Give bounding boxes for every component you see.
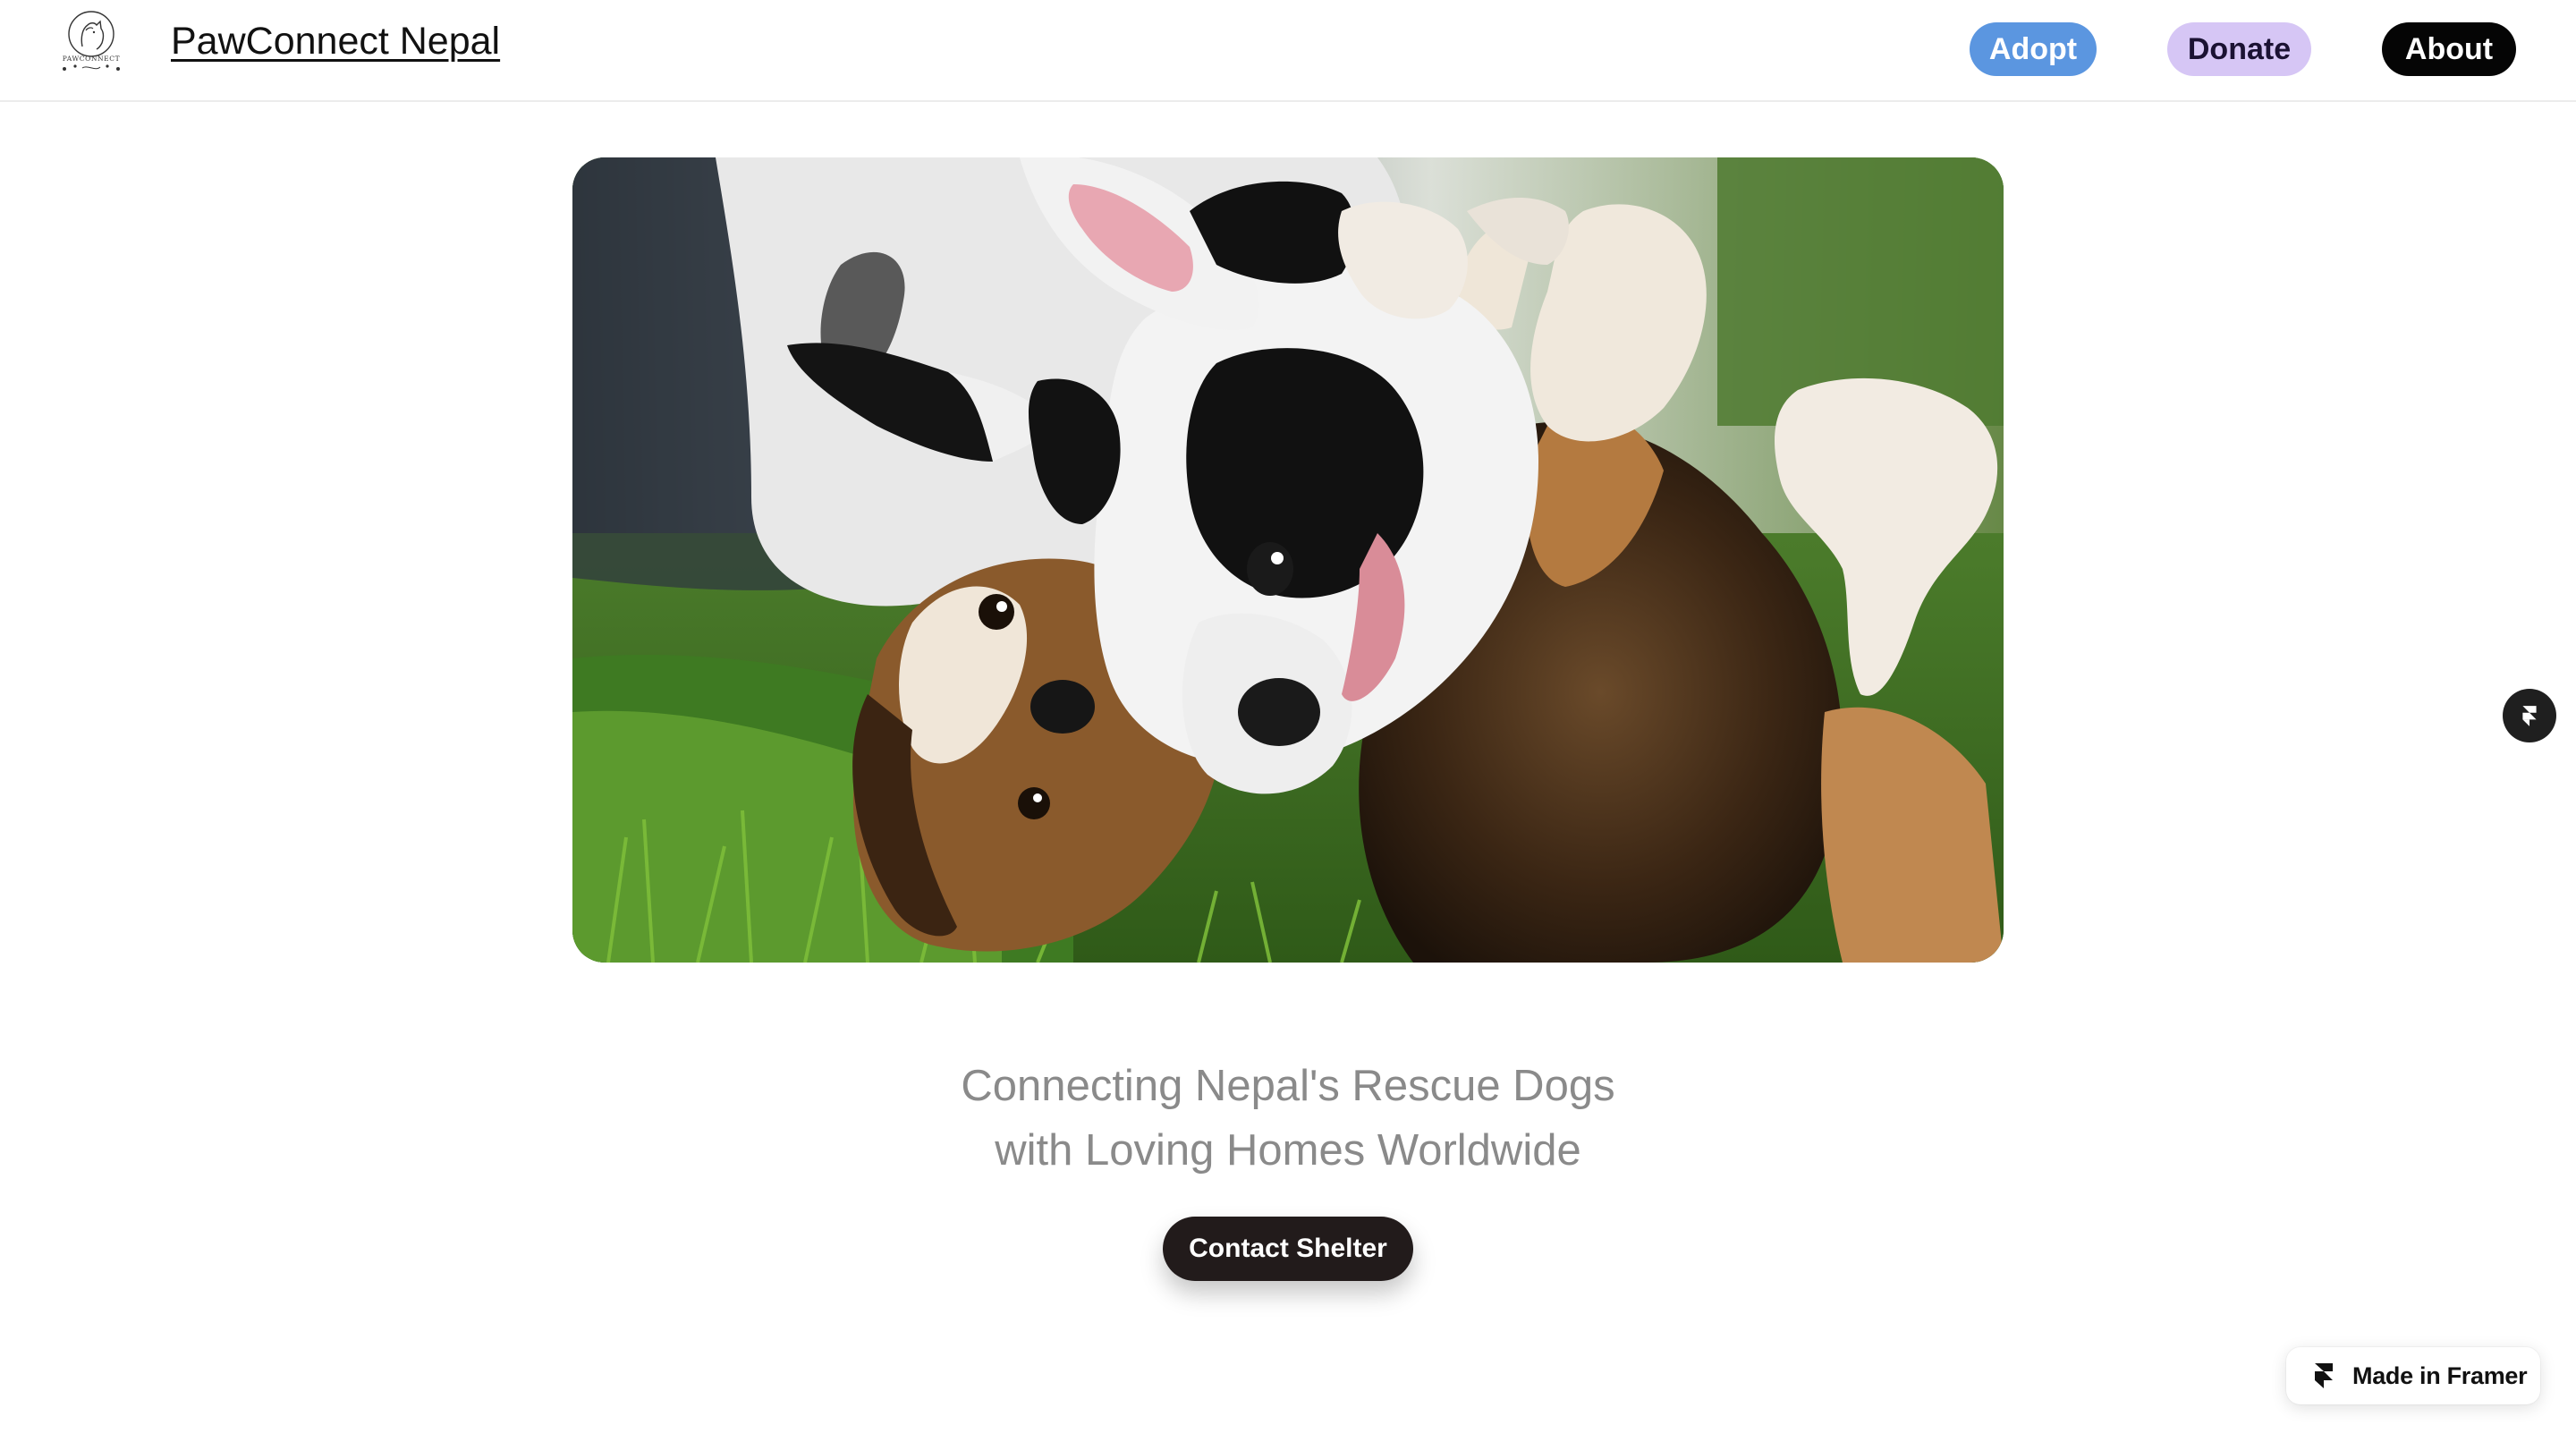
nav-adopt-button[interactable]: Adopt [1970,22,2097,76]
page: PAWCONNECT PawConnect Nepal Adopt Donate… [0,0,2576,1442]
logo-wordmark: PAWCONNECT [63,55,120,63]
nav-donate-button[interactable]: Donate [2167,22,2311,76]
made-in-framer-label: Made in Framer [2352,1361,2528,1389]
pawconnect-logo[interactable]: PAWCONNECT [47,7,136,75]
dog-logo-icon: PAWCONNECT [63,11,120,71]
site-header: PAWCONNECT PawConnect Nepal Adopt Donate… [0,0,2576,102]
hero-image [572,157,2004,963]
framer-logo-icon [2522,706,2537,726]
tagline-line-2: with Loving Homes Worldwide [995,1126,1581,1175]
brand-name-link[interactable]: PawConnect Nepal [171,20,500,64]
hero-tagline: Connecting Nepal's Rescue Dogs with Lovi… [572,1054,2004,1183]
nav-about-button[interactable]: About [2382,22,2516,76]
made-in-framer-badge[interactable]: Made in Framer [2286,1347,2540,1404]
contact-shelter-button[interactable]: Contact Shelter [1163,1217,1413,1281]
tagline-line-1: Connecting Nepal's Rescue Dogs [961,1062,1615,1110]
framer-logo-icon [2315,1363,2333,1388]
dogs-playing-image [572,157,2004,963]
framer-floating-button[interactable] [2503,689,2556,742]
